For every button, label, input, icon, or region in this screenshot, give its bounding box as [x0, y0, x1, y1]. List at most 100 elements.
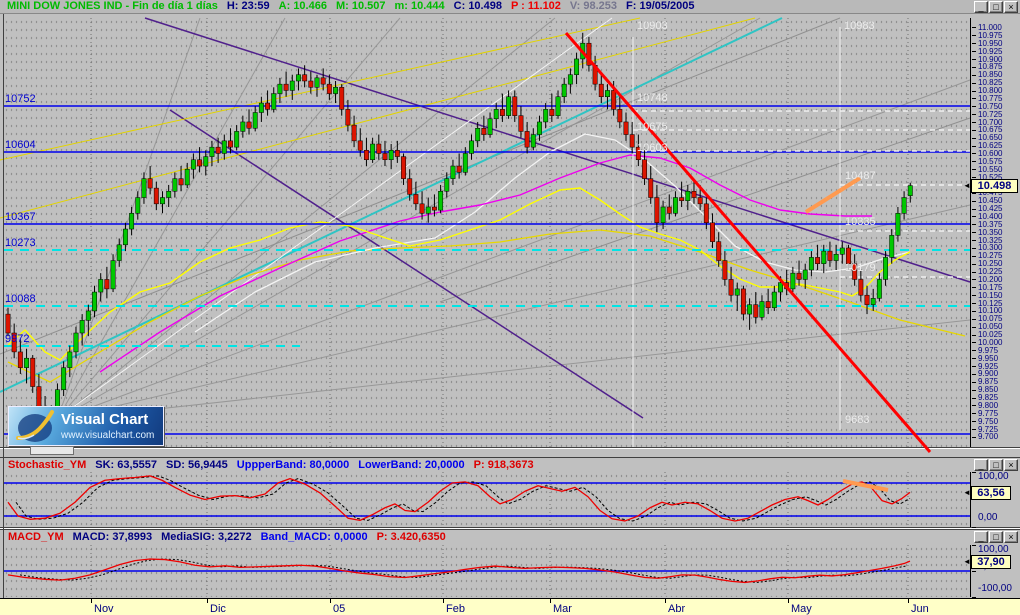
stoch-close-button[interactable]: ×	[1004, 459, 1018, 471]
header-segment: LowerBand: 20,0000	[358, 459, 465, 471]
header-segment: SD: 56,9445	[166, 459, 228, 471]
axis-tick	[972, 122, 976, 123]
stoch-minimize-button[interactable]: _	[974, 459, 988, 471]
macd-header: MACD_YM MACD: 37,8993 MediaSIG: 3,2272 Band…	[0, 530, 970, 545]
axis-label: 100,00	[978, 544, 1009, 555]
axis-tick	[972, 413, 976, 415]
axis-tick	[972, 303, 976, 305]
axis-tick	[972, 287, 976, 289]
left-price-label: 9972	[5, 333, 30, 345]
time-axis[interactable]: Nov Dic 05 Feb Mar Abr May Jun	[0, 598, 1020, 615]
axis-tick	[972, 279, 976, 281]
axis-tick	[972, 571, 976, 572]
fib-level-label: 10748	[637, 92, 668, 104]
axis-tick	[972, 472, 976, 473]
minimize-button[interactable]: _	[974, 1, 988, 13]
axis-tick	[972, 527, 976, 528]
axis-tick	[972, 389, 976, 391]
axis-tick	[972, 145, 976, 147]
month-label: Jun	[911, 603, 929, 615]
header-segment: MACD: 37,8993	[72, 531, 153, 543]
axis-tick	[972, 153, 976, 155]
axis-tick	[972, 334, 976, 336]
header-segment: P : 11.102	[510, 0, 561, 12]
fib-level-label: 10983	[844, 20, 875, 32]
axis-tick	[972, 373, 976, 375]
month-label: Mar	[553, 603, 572, 615]
main-price-axis[interactable]: 11.000 10.975 10.950 10.925 10.900 10.875 10.8…	[970, 18, 1020, 447]
logo-tab	[30, 446, 74, 455]
axis-tick	[972, 51, 976, 53]
fib-level-label: 9683	[845, 414, 870, 426]
month-tick	[330, 599, 331, 603]
header-segment: M: 10.507	[335, 0, 386, 12]
fib-level-label: 10603	[637, 142, 668, 154]
axis-tick	[972, 224, 976, 226]
month-tick	[443, 599, 444, 603]
main-chart-plot[interactable]	[4, 18, 970, 447]
macd-plot[interactable]	[4, 545, 970, 597]
macd-tag-arrow: ◄	[963, 557, 971, 566]
window-title-bar[interactable]: MINI DOW JONES IND - Fin de día 1 días H:…	[0, 0, 1020, 14]
header-segment: V: 98.253	[569, 0, 618, 12]
macd-close-button[interactable]: ×	[1004, 531, 1018, 543]
axis-tick	[972, 27, 976, 29]
axis-tick	[972, 545, 976, 546]
month-tick	[908, 599, 909, 603]
month-tick	[550, 599, 551, 603]
macd-axis[interactable]: 100,000,00-100,00	[970, 544, 1020, 598]
logo-title: Visual Chart	[61, 411, 149, 428]
panel-left-border	[3, 14, 4, 598]
macd-value-tag: 37,90	[971, 555, 1011, 569]
axis-tick	[972, 169, 976, 171]
left-price-label: 10367	[5, 211, 36, 223]
axis-tick	[972, 342, 976, 344]
divider-main-stoch	[0, 447, 1020, 458]
axis-tick	[972, 208, 976, 210]
axis-tick	[972, 350, 976, 352]
axis-tick	[972, 326, 976, 328]
header-segment: C: 10.498	[453, 0, 502, 12]
fib-level-label: 10487	[845, 170, 876, 182]
axis-tick	[972, 295, 976, 297]
stoch-maximize-button[interactable]: □	[989, 459, 1003, 471]
axis-tick	[972, 240, 976, 242]
maximize-button[interactable]: □	[989, 1, 1003, 13]
logo-swirl-icon	[16, 410, 54, 442]
axis-label: -100,00	[978, 583, 1012, 594]
last-price-tag: 10.498	[971, 179, 1018, 193]
month-tick	[665, 599, 666, 603]
left-price-label: 10604	[5, 139, 36, 151]
visual-chart-window: { "window": { "title_segments": [ {"text…	[0, 0, 1020, 615]
axis-tick	[972, 255, 976, 257]
axis-tick	[972, 59, 976, 60]
axis-tick	[972, 114, 976, 116]
header-segment: Stochastic_YM	[8, 459, 87, 471]
axis-tick	[972, 436, 976, 438]
axis-label: 100,00	[978, 471, 1009, 482]
axis-tick	[972, 35, 976, 37]
macd-minimize-button[interactable]: _	[974, 531, 988, 543]
stochastic-value-tag: 63,56	[971, 486, 1011, 500]
month-label: May	[791, 603, 812, 615]
axis-tick	[972, 106, 976, 108]
axis-tick	[972, 137, 976, 139]
header-segment: A: 10.466	[278, 0, 327, 12]
axis-tick	[972, 200, 976, 202]
visual-chart-logo: Visual Chart www.visualchart.com	[8, 406, 164, 446]
macd-maximize-button[interactable]: □	[989, 531, 1003, 543]
axis-tick	[972, 271, 976, 273]
month-label: 05	[333, 603, 346, 615]
axis-tick	[972, 405, 976, 407]
month-label: Abr	[668, 603, 686, 615]
axis-tick	[972, 74, 976, 76]
fib-level-label: 10903	[637, 20, 668, 32]
left-price-label: 10088	[5, 293, 36, 305]
header-segment: m: 10.444	[394, 0, 445, 12]
axis-label: 0,00	[978, 512, 998, 523]
header-segment: MACD_YM	[8, 531, 64, 543]
stochastic-plot[interactable]	[4, 472, 970, 527]
axis-tick	[972, 310, 976, 312]
axis-tick	[972, 381, 976, 383]
close-button[interactable]: ×	[1004, 1, 1018, 13]
